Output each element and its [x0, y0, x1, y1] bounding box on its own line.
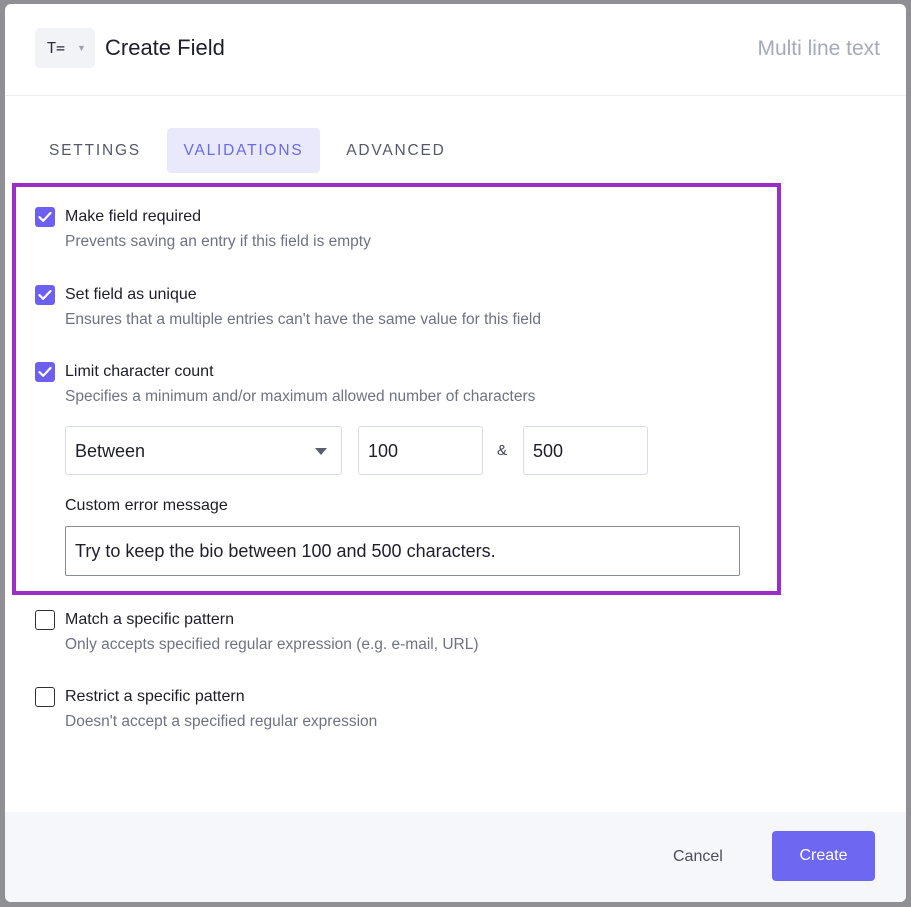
- max-count-value: 500: [533, 441, 564, 461]
- restrict-pattern-description: Doesn't accept a specified regular expre…: [65, 713, 378, 730]
- required-checkbox[interactable]: [35, 207, 55, 227]
- create-button[interactable]: Create: [772, 831, 875, 881]
- match-pattern-label: Match a specific pattern: [65, 611, 234, 628]
- tab-settings[interactable]: SETTINGS: [35, 128, 155, 173]
- unique-checkbox[interactable]: [35, 285, 55, 305]
- field-type-switcher[interactable]: T= ▼: [35, 28, 95, 68]
- restrict-pattern-label: Restrict a specific pattern: [65, 688, 245, 705]
- required-description: Prevents saving an entry if this field i…: [65, 233, 371, 250]
- limit-count-label: Limit character count: [65, 363, 214, 380]
- custom-error-input[interactable]: Try to keep the bio between 100 and 500 …: [65, 526, 740, 576]
- field-type-label: Multi line text: [757, 37, 880, 60]
- limit-count-checkbox[interactable]: [35, 362, 55, 382]
- chevron-down-icon: [315, 448, 327, 455]
- count-mode-select[interactable]: Between: [65, 426, 342, 475]
- checkmark-icon: [38, 366, 52, 377]
- required-label: Make field required: [65, 208, 202, 225]
- dialog-footer: Cancel Create: [5, 812, 906, 902]
- dialog-title: Create Field: [105, 35, 225, 60]
- custom-error-label: Custom error message: [65, 497, 228, 514]
- tab-validations[interactable]: VALIDATIONS: [167, 128, 320, 173]
- checkmark-icon: [38, 211, 52, 222]
- unique-label: Set field as unique: [65, 286, 197, 303]
- unique-description: Ensures that a multiple entries can't ha…: [65, 311, 541, 328]
- tab-advanced[interactable]: ADVANCED: [331, 128, 461, 173]
- min-count-value: 100: [368, 441, 399, 461]
- count-mode-value: Between: [75, 441, 146, 461]
- custom-error-value: Try to keep the bio between 100 and 500 …: [75, 541, 496, 561]
- cancel-button[interactable]: Cancel: [673, 847, 723, 867]
- create-field-dialog: T= ▼ Create Field Multi line text SETTIN…: [5, 4, 906, 902]
- limit-count-description: Specifies a minimum and/or maximum allow…: [65, 388, 536, 405]
- caret-down-icon: ▼: [77, 43, 86, 53]
- min-count-input[interactable]: 100: [358, 426, 483, 475]
- match-pattern-description: Only accepts specified regular expressio…: [65, 636, 479, 653]
- multiline-text-icon: T=: [47, 39, 66, 57]
- dialog-header: T= ▼ Create Field Multi line text: [5, 4, 906, 96]
- checkmark-icon: [38, 289, 52, 300]
- max-count-input[interactable]: 500: [523, 426, 648, 475]
- match-pattern-checkbox[interactable]: [35, 610, 55, 630]
- restrict-pattern-checkbox[interactable]: [35, 687, 55, 707]
- range-separator: &: [497, 442, 508, 459]
